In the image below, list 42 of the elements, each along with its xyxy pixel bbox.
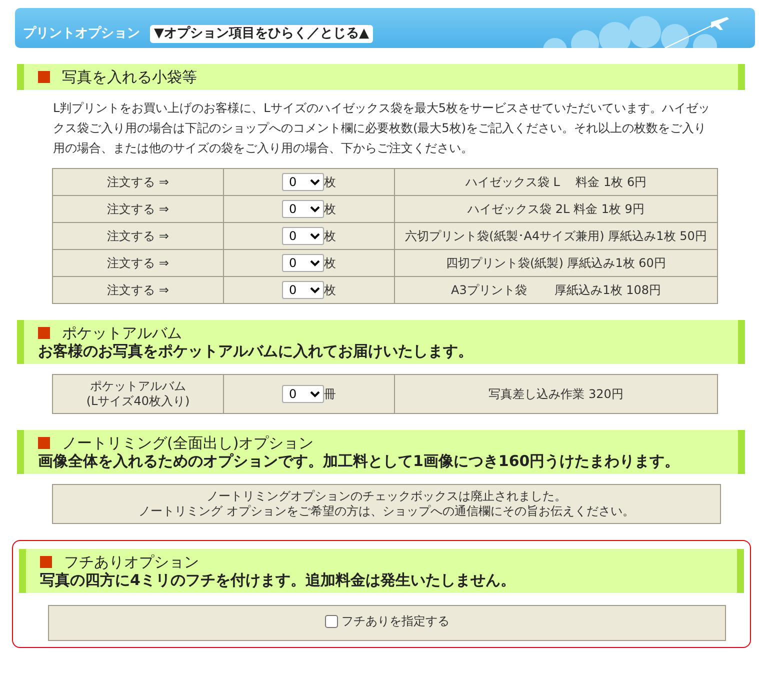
item-description: 写真差し込み作業 320円	[394, 374, 718, 414]
order-label: 注文する ⇒	[52, 250, 224, 276]
square-icon	[38, 327, 50, 339]
unit-label: 枚	[324, 202, 336, 216]
section-subtitle: 写真の四方に4ミリのフチを付けます。追加料金は発生いたしません。	[40, 571, 516, 589]
order-label: 注文する ⇒	[52, 168, 224, 196]
notice-text: ノートリミング オプションをご希望の方は、ショップへの通信欄にその旨お伝えください。	[138, 504, 636, 519]
order-label: 注文する ⇒	[52, 196, 224, 222]
quantity-select[interactable]: 0	[282, 200, 324, 218]
toggle-options-button[interactable]: ▼オプション項目をひらく／とじる▲	[150, 25, 373, 43]
unit-label: 枚	[324, 175, 336, 189]
square-icon	[38, 71, 50, 83]
unit-label: 枚	[324, 229, 336, 243]
checkbox[interactable]	[324, 615, 338, 628]
quantity-select[interactable]: 0	[282, 254, 324, 272]
checkbox-label[interactable]: フチありを指定する	[342, 614, 450, 629]
order-label: 注文する ⇒	[52, 276, 224, 304]
item-description: A3プリント袋 厚紙込み1枚 108円	[394, 276, 718, 304]
quantity-select[interactable]: 0	[282, 281, 324, 299]
section-title: フチありオプション	[64, 553, 199, 571]
quantity-select[interactable]: 0	[282, 227, 324, 245]
section-subtitle: お客様のお写真をポケットアルバムに入れてお届けいたします。	[38, 342, 474, 360]
unit-label: 枚	[324, 256, 336, 270]
section-title: 写真を入れる小袋等	[62, 68, 197, 86]
section-description: L判プリントをお買い上げのお客様に、Lサイズのハイゼックス袋を最大5枚をサービスさせていただいています。ハイゼックス袋ご入り用の場合は下記のショップへのコメント欄に必要枚数(最大5枚)をご記入ください。それ以上の枚数をご入り用の場合、または他のサイズの袋をご入り用の場合、下からご注文ください。	[53, 100, 712, 157]
item-description: ハイゼックス袋 L 料金 1枚 6円	[394, 168, 718, 196]
quantity-select[interactable]: 0	[282, 385, 324, 403]
unit-label: 冊	[324, 387, 336, 401]
unit-label: 枚	[324, 283, 336, 297]
square-icon	[40, 556, 52, 568]
section-title: ポケットアルバム	[62, 324, 182, 342]
square-icon	[38, 437, 50, 449]
order-label: ポケットアルバム (Lサイズ40枚入り)	[52, 374, 224, 414]
item-description: 六切プリント袋(紙製･A4サイズ兼用) 厚紙込み1枚 50円	[394, 222, 718, 250]
order-label: 注文する ⇒	[52, 222, 224, 250]
section-title: ノートリミング(全面出し)オプション	[62, 434, 314, 452]
notice-text: ノートリミングオプションのチェックボックスは廃止されました。	[206, 489, 568, 504]
banner-title: プリントオプション	[23, 24, 140, 42]
item-description: ハイゼックス袋 2L 料金 1枚 9円	[394, 196, 718, 222]
quantity-select[interactable]: 0	[282, 173, 324, 191]
section-subtitle: 画像全体を入れるためのオプションです。加工料として1画像につき160円うけたまわります。	[38, 452, 681, 470]
item-description: 四切プリント袋(紙製) 厚紙込み1枚 60円	[394, 250, 718, 276]
